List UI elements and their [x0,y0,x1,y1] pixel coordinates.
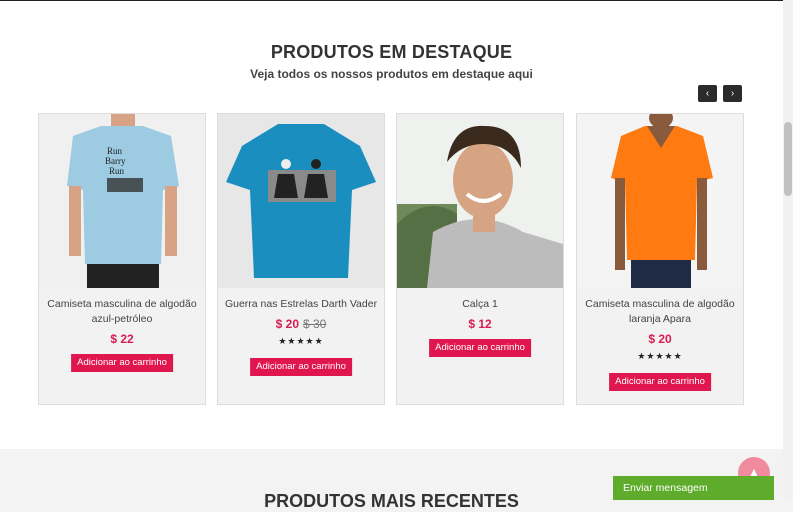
product-price: $ 20 [648,332,672,346]
product-price: $ 20 $ 30 [275,317,327,331]
product-image[interactable] [397,114,563,288]
scrollbar-thumb[interactable] [784,122,792,196]
product-image[interactable]: Run Barry Run [39,114,205,288]
svg-text:Run: Run [107,146,123,156]
product-image[interactable] [577,114,743,288]
product-name[interactable]: Camiseta masculina de algodão laranja Ap… [583,297,737,327]
product-price: $ 12 [468,317,492,331]
section-title: PRODUTOS EM DESTAQUE [270,42,513,62]
add-to-cart-button[interactable]: Adicionar ao carrinho [429,339,531,357]
star-rating: ★★★★★ [278,336,324,346]
svg-text:Barry: Barry [105,156,126,166]
add-to-cart-button[interactable]: Adicionar ao carrinho [609,373,711,391]
product-price: $ 22 [110,332,134,346]
product-name[interactable]: Camiseta masculina de algodão azul-petró… [45,297,199,327]
star-rating: ★★★★★ [637,351,683,361]
chat-widget-button[interactable]: Enviar mensagem [613,476,774,500]
chat-label: Enviar mensagem [623,482,708,494]
product-card[interactable]: Run Barry Run Camiseta masculina de algo… [38,113,206,405]
chevron-left-icon: ‹ [705,88,710,99]
carousel-next-button[interactable]: › [723,85,742,102]
carousel-prev-button[interactable]: ‹ [698,85,717,102]
product-card[interactable]: Calça 1 $ 12 Adicionar ao carrinho [396,113,564,405]
product-image[interactable] [218,114,384,288]
add-to-cart-button[interactable]: Adicionar ao carrinho [71,354,173,372]
product-name[interactable]: Guerra nas Estrelas Darth Vader [224,297,378,312]
page-scrollbar[interactable] [783,0,793,500]
chevron-right-icon: › [730,88,735,99]
product-old-price: $ 30 [303,317,327,331]
section-subtitle: Veja todos os nossos produtos em destaqu… [250,67,533,81]
add-to-cart-button[interactable]: Adicionar ao carrinho [250,358,352,376]
product-name[interactable]: Calça 1 [403,297,557,312]
product-card[interactable]: Guerra nas Estrelas Darth Vader $ 20 $ 30… [217,113,385,405]
svg-text:Run: Run [109,166,125,176]
product-card[interactable]: Camiseta masculina de algodão laranja Ap… [576,113,744,405]
